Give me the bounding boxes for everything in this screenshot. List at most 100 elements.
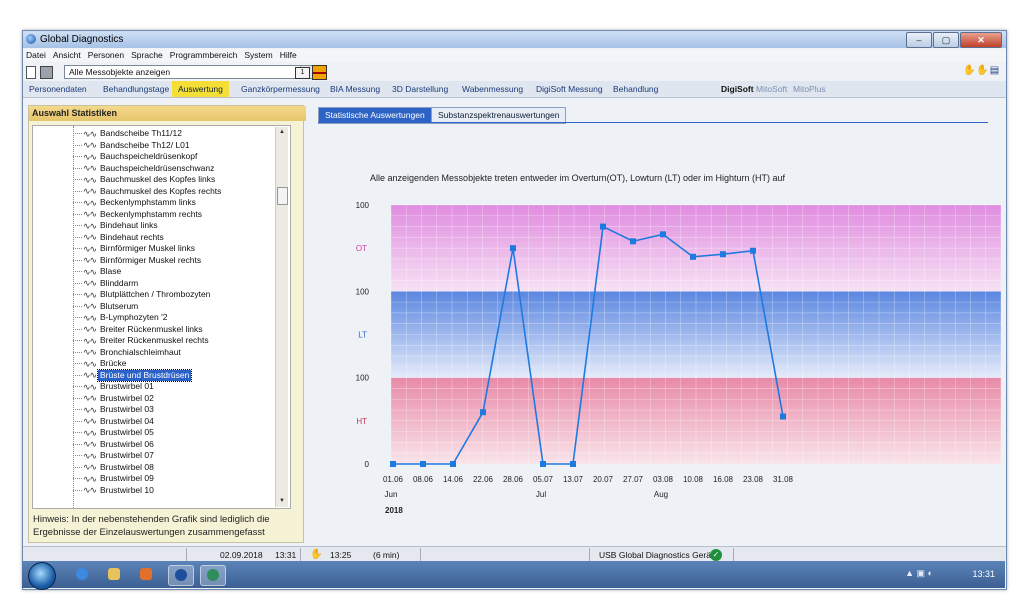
tab-behandlung[interactable]: Behandlung [613, 81, 658, 97]
tab-mitosoft[interactable]: MitoSoft [756, 81, 787, 97]
browser-icon [76, 568, 88, 580]
tree-item[interactable]: ∿∿ Bauchmuskel des Kopfes links [73, 174, 217, 185]
x-tick-label: 16.08 [713, 475, 734, 484]
data-point[interactable] [540, 461, 546, 467]
tree-item[interactable]: ∿∿ Breiter Rückenmuskel rechts [73, 335, 211, 346]
tree-item-label: Bindehaut links [100, 220, 158, 230]
global-diagnostics-icon [175, 569, 187, 581]
green-hand-icon[interactable]: ✋ [963, 65, 975, 77]
tree-item[interactable]: ∿∿ B-Lymphozyten '2 [73, 312, 169, 323]
tree-item[interactable]: ∿∿ Blase [73, 266, 123, 277]
tab-personendaten[interactable]: Personendaten [29, 81, 87, 97]
data-point[interactable] [570, 461, 576, 467]
tab-ganzkoerpermessung[interactable]: Ganzkörpermessung [241, 81, 320, 97]
red-hand-icon[interactable]: ✋ [976, 65, 988, 77]
data-point[interactable] [390, 461, 396, 467]
tree-scrollbar[interactable]: ▲ ▼ [275, 127, 288, 507]
data-point[interactable] [450, 461, 456, 467]
tree-item[interactable]: ∿∿ Beckenlymphstamm links [73, 197, 198, 208]
data-point[interactable] [600, 223, 606, 230]
document-search-icon[interactable]: ▤ [989, 65, 1000, 77]
tree-item[interactable]: ∿∿ Brustwirbel 03 [73, 404, 156, 415]
data-point[interactable] [750, 247, 756, 254]
tree-item[interactable]: ∿∿ Brücke [73, 358, 128, 369]
tab-auswertung[interactable]: Auswertung [172, 81, 229, 97]
tab-wabenmessung[interactable]: Wabenmessung [462, 81, 523, 97]
wave-icon: ∿∿ [83, 232, 97, 242]
tree-item[interactable]: ∿∿ Bauchmuskel des Kopfes rechts [73, 186, 223, 197]
close-button[interactable]: ✕ [960, 32, 1002, 48]
tree-item[interactable]: ∿∿ Bronchialschleimhaut [73, 347, 183, 358]
tree-item[interactable]: ∿∿ Bandscheibe Th11/12 [73, 128, 184, 139]
data-point[interactable] [690, 253, 696, 260]
tab-digisoft[interactable]: DigiSoft [721, 81, 754, 97]
tree-item[interactable]: ∿∿ Brustwirbel 01 [73, 381, 156, 392]
data-point[interactable] [630, 238, 636, 245]
x-tick-label: 14.06 [443, 475, 464, 484]
start-button[interactable] [28, 562, 56, 590]
taskbar-media[interactable] [134, 565, 158, 584]
tree-item[interactable]: ∿∿ Brustwirbel 07 [73, 450, 156, 461]
tab-bia-messung[interactable]: BIA Messung [330, 81, 380, 97]
data-point[interactable] [480, 409, 486, 416]
tree-item[interactable]: ∿∿ Bandscheibe Th12/ L01 [73, 140, 192, 151]
app-icon [26, 34, 36, 44]
maximize-button[interactable]: ▢ [933, 32, 959, 48]
data-point[interactable] [720, 251, 726, 258]
tree-item[interactable]: ∿∿ Brustwirbel 05 [73, 427, 156, 438]
scroll-down-icon[interactable]: ▼ [276, 496, 288, 507]
menu-system[interactable]: System [244, 49, 272, 62]
menu-personen[interactable]: Personen [88, 49, 124, 62]
tab-digisoft-messung[interactable]: DigiSoft Messung [536, 81, 603, 97]
tree-item[interactable]: ∿∿ Breiter Rückenmuskel links [73, 324, 205, 335]
tree-item-label: Brustwirbel 01 [100, 381, 154, 391]
menu-ansicht[interactable]: Ansicht [53, 49, 81, 62]
tree-item[interactable]: ∿∿ Blutplättchen / Thrombozyten [73, 289, 212, 300]
new-document-icon[interactable] [26, 66, 36, 79]
taskbar-global-diagnostics[interactable] [168, 565, 194, 586]
tree-item[interactable]: ∿∿ Brustwirbel 09 [73, 473, 156, 484]
menu-sprache[interactable]: Sprache [131, 49, 163, 62]
tree-item[interactable]: ∿∿ Bindehaut rechts [73, 232, 166, 243]
data-point[interactable] [660, 231, 666, 238]
tree-connector [73, 202, 82, 203]
tree-item[interactable]: ∿∿ Brustwirbel 10 [73, 485, 156, 496]
menu-programmbereich[interactable]: Programmbereich [170, 49, 238, 62]
tree-item[interactable]: ∿∿ Blutserum [73, 301, 140, 312]
flag-icon[interactable] [312, 65, 327, 80]
tree-item[interactable]: ∿∿ Bauchspeicheldrüsenkopf [73, 151, 199, 162]
tree-item[interactable]: ∿∿ Blinddarm [73, 278, 140, 289]
tree-item[interactable]: ∿∿ Brustwirbel 04 [73, 416, 156, 427]
statistics-panel: Auswahl Statistiken ▲ ▼ ∿∿ Bandscheibe Th… [28, 105, 306, 543]
taskbar-ie[interactable] [70, 565, 94, 584]
taskbar-explorer[interactable] [102, 565, 126, 584]
tree-item[interactable]: ∿∿ Brustwirbel 06 [73, 439, 156, 450]
taskbar-app2[interactable] [200, 565, 226, 586]
title-bar[interactable]: Global Diagnostics – ▢ ✕ [23, 31, 1006, 48]
tree-item[interactable]: ∿∿ Brustwirbel 08 [73, 462, 156, 473]
messobjekte-select[interactable]: Alle Messobjekte anzeigen ▼ [64, 65, 313, 79]
tree-item[interactable]: ∿∿ Birnförmiger Muskel links [73, 243, 197, 254]
menu-hilfe[interactable]: Hilfe [280, 49, 297, 62]
data-point[interactable] [780, 413, 786, 420]
tree-item[interactable]: ∿∿ Brüste und Brustdrüsen [73, 368, 193, 382]
tab-mitoplus[interactable]: MitoPlus [793, 81, 826, 97]
tray-icons[interactable]: ▲ ▣ ◐ [905, 568, 933, 579]
tab-behandlungstage[interactable]: Behandlungstage [103, 81, 169, 97]
tree-item[interactable]: ∿∿ Bauchspeicheldrüsenschwanz [73, 163, 216, 174]
data-point[interactable] [510, 245, 516, 252]
print-icon[interactable] [40, 66, 53, 79]
scroll-thumb[interactable] [277, 187, 288, 205]
taskbar-clock[interactable]: 13:31 [972, 569, 995, 579]
menu-datei[interactable]: Datei [26, 49, 46, 62]
tree-item[interactable]: ∿∿ Beckenlymphstamm rechts [73, 209, 204, 220]
wave-icon: ∿∿ [83, 439, 97, 449]
tree-item[interactable]: ∿∿ Brustwirbel 02 [73, 393, 156, 404]
single-view-icon[interactable]: 1 [295, 67, 310, 79]
tab-3d-darstellung[interactable]: 3D Darstellung [392, 81, 448, 97]
data-point[interactable] [420, 461, 426, 467]
tree-item[interactable]: ∿∿ Birnförmiger Muskel rechts [73, 255, 203, 266]
scroll-up-icon[interactable]: ▲ [276, 127, 288, 138]
minimize-button[interactable]: – [906, 32, 932, 48]
tree-item[interactable]: ∿∿ Bindehaut links [73, 220, 160, 231]
